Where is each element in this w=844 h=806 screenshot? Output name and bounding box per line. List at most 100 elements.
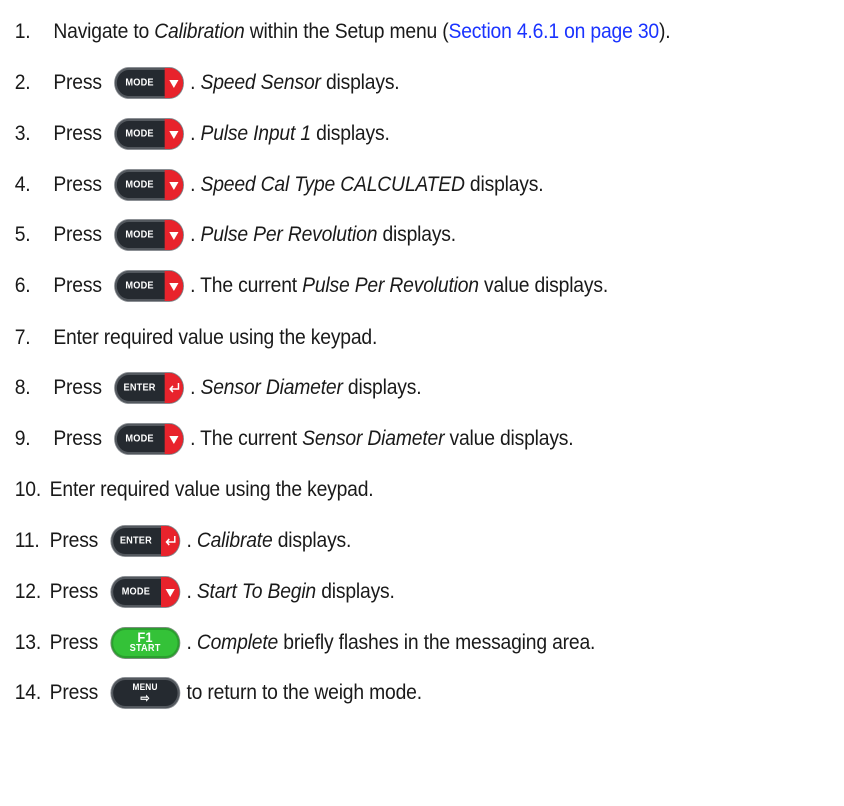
display-message: Pulse Input 1 — [200, 122, 312, 145]
down-triangle-icon — [168, 80, 179, 88]
display-message: Sensor Diameter — [302, 427, 445, 450]
press-label: Press — [53, 173, 102, 196]
press-label: Press — [49, 580, 99, 603]
instruction-text: Navigate to — [53, 20, 155, 43]
instruction-text: displays. — [377, 223, 456, 246]
step-number: 10. — [14, 478, 42, 501]
enter-key-button[interactable]: ENTER — [111, 526, 180, 556]
section-link[interactable]: Section 4.6.1 on page 30 — [449, 20, 660, 43]
step-text: Press MODE . The current Pulse Per Revolut… — [53, 271, 608, 301]
instruction-text: value displays. — [444, 427, 574, 450]
mode-key-button[interactable]: MODE — [114, 170, 183, 200]
instruction-text: . The current — [190, 427, 303, 450]
press-label: Press — [53, 122, 102, 145]
mode-key-side — [164, 220, 183, 250]
mode-key-side — [164, 271, 183, 301]
procedure-steps: 1. Navigate to Calibration within the Set… — [0, 0, 844, 806]
step-text: Press MODE . The current Sensor Diameter v… — [53, 424, 574, 454]
step-6: 6. Press MODE . The current Pulse Per Revol… — [0, 268, 776, 304]
display-message: Pulse Per Revolution — [200, 223, 378, 246]
instruction-text: to return to the weigh mode. — [186, 681, 422, 704]
step-number: 11. — [14, 529, 40, 552]
instruction-text: displays. — [320, 71, 400, 94]
mode-key-button[interactable]: MODE — [114, 220, 183, 250]
f1-key-label: F1 START — [129, 629, 161, 654]
menu-key-button[interactable]: MENU ⇨ — [111, 678, 180, 708]
step-number: 6. — [14, 274, 31, 297]
mode-key-button[interactable]: MODE — [114, 271, 183, 301]
press-label: Press — [49, 681, 99, 704]
mode-key-label: MODE — [125, 280, 154, 292]
instruction-text: . — [186, 529, 197, 552]
press-label: Press — [53, 376, 102, 399]
down-triangle-icon — [168, 232, 179, 240]
enter-key-label: ENTER — [119, 535, 152, 547]
step-text: Press MODE. Speed Sensor displays. — [53, 68, 400, 98]
step-2: 2. Press MODE. Speed Sensor displays. — [0, 65, 776, 101]
instruction-text: Enter required value using the keypad. — [53, 326, 378, 349]
press-label: Press — [53, 223, 102, 246]
mode-key-side — [164, 424, 183, 454]
menu-key-label: MENU ⇨ — [111, 682, 179, 704]
press-label: Press — [49, 529, 99, 552]
instruction-text: . — [190, 376, 201, 399]
display-message: Speed Sensor — [200, 71, 321, 94]
instruction-text: displays. — [316, 580, 395, 603]
step-number: 1. — [14, 20, 31, 43]
instruction-text: . — [190, 122, 201, 145]
step-number: 3. — [14, 122, 31, 145]
enter-key-label: ENTER — [123, 382, 156, 394]
down-triangle-icon — [168, 283, 179, 291]
down-triangle-icon — [168, 131, 179, 139]
step-text: Press MODE. Pulse Per Revolution displays… — [53, 220, 456, 250]
press-label: Press — [53, 71, 102, 94]
step-text: Press MENU ⇨ to return to the weigh mode. — [50, 678, 422, 708]
step-text: Press ENTER. Sensor Diameter displays. — [53, 373, 422, 403]
enter-arrow-icon — [168, 383, 179, 393]
step-number: 5. — [14, 223, 31, 246]
instruction-text: . — [190, 173, 201, 196]
step-8: 8. Press ENTER. Sensor Diameter displays. — [0, 370, 776, 406]
step-text: Enter required value using the keypad. — [53, 326, 377, 350]
instruction-text: value displays. — [478, 274, 609, 297]
step-number: 4. — [14, 173, 31, 196]
mode-key-label: MODE — [125, 128, 154, 140]
step-text: Enter required value using the keypad. — [50, 478, 374, 502]
enter-key-side — [164, 373, 183, 403]
step-number: 9. — [14, 427, 31, 450]
mode-key-button[interactable]: MODE — [114, 424, 183, 454]
instruction-text: displays. — [464, 173, 544, 196]
step-number: 13. — [14, 631, 42, 654]
step-text: Press MODE. Speed Cal Type CALCULATED dis… — [53, 170, 544, 200]
mode-key-label: MODE — [125, 179, 154, 191]
step-number: 14. — [14, 681, 42, 704]
step-7: 7. Enter required value using the keypad. — [0, 320, 776, 356]
press-label: Press — [53, 427, 102, 450]
mode-key-button[interactable]: MODE — [111, 577, 180, 607]
instruction-text: ). — [658, 20, 671, 43]
step-number: 8. — [14, 376, 31, 399]
mode-key-side — [164, 170, 183, 200]
instruction-text: displays. — [272, 529, 352, 552]
mode-key-button[interactable]: MODE — [114, 119, 183, 149]
instruction-text: within the Setup menu ( — [244, 20, 449, 43]
instruction-text: displays. — [310, 122, 390, 145]
step-10: 10. Enter required value using the keypad… — [0, 472, 776, 508]
f1-key-button[interactable]: F1 START — [111, 628, 180, 658]
down-triangle-icon — [168, 436, 179, 444]
enter-arrow-icon — [165, 536, 176, 546]
press-label: Press — [49, 631, 99, 654]
step-11: 11. Press ENTER. Calibrate displays. — [0, 523, 776, 559]
mode-key-button[interactable]: MODE — [114, 68, 183, 98]
step-9: 9. Press MODE . The current Sensor Diameter… — [0, 421, 776, 457]
mode-key-side — [164, 119, 183, 149]
step-number: 2. — [14, 71, 31, 94]
exit-arrow-icon: ⇨ — [140, 691, 150, 705]
display-message: Calibrate — [196, 529, 273, 552]
enter-key-button[interactable]: ENTER — [114, 373, 183, 403]
step-text: Press MODE. Start To Begin displays. — [50, 577, 395, 607]
enter-key-side — [160, 526, 180, 556]
step-3: 3. Press MODE. Pulse Input 1 displays. — [0, 116, 776, 152]
mode-key-label: MODE — [125, 229, 154, 241]
instruction-text: . — [190, 71, 201, 94]
